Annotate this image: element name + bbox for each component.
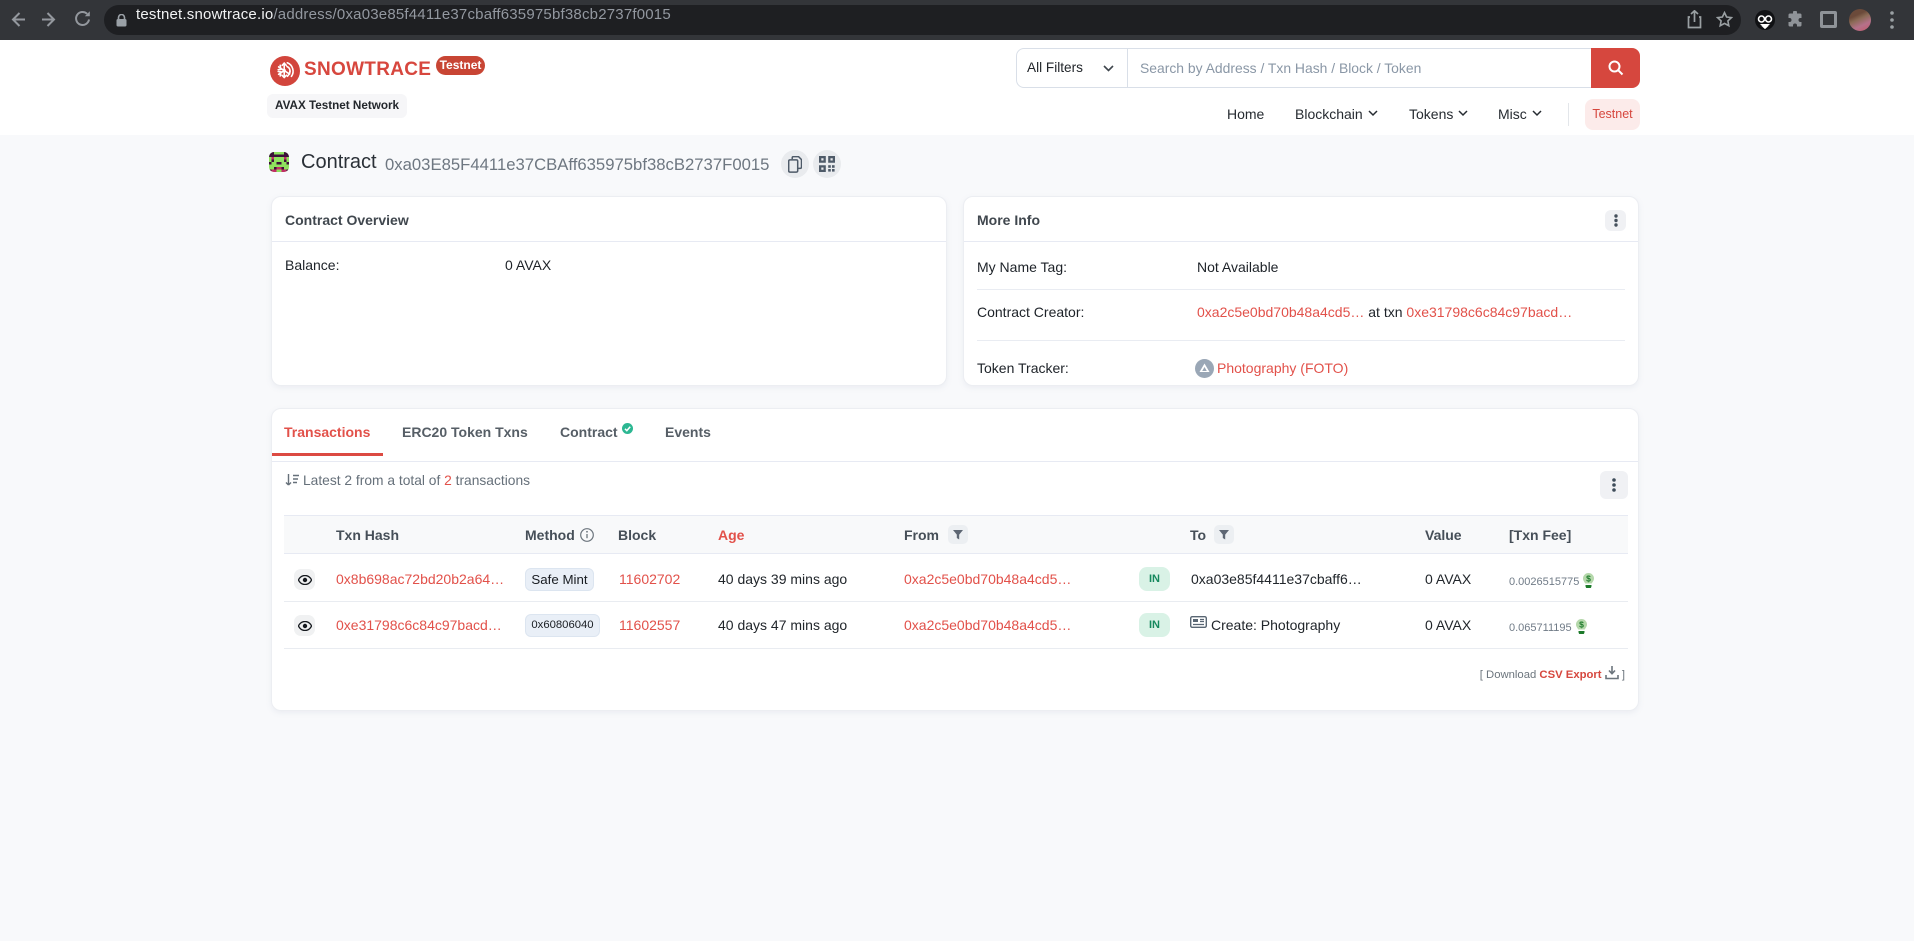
svg-text:$: $	[1579, 620, 1584, 630]
svg-text:$: $	[1586, 574, 1591, 584]
